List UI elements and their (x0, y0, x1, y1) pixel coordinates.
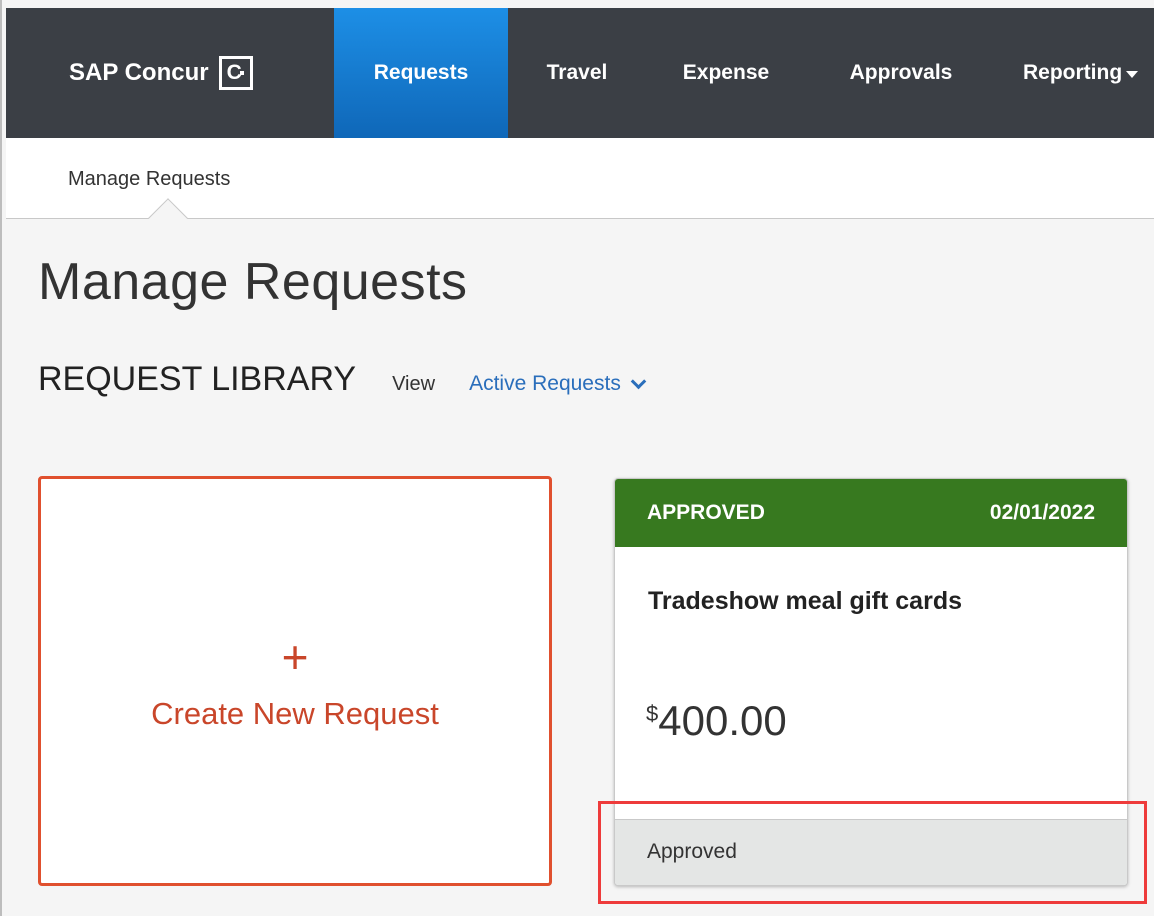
concur-logo-icon: C (218, 56, 253, 90)
request-status-footer: Approved (615, 819, 1127, 885)
nav-tab-reporting[interactable]: Reporting (1011, 8, 1154, 138)
library-header: REQUEST LIBRARY View Active Requests (38, 360, 647, 399)
currency-symbol: $ (646, 701, 659, 726)
active-tab-pointer (148, 198, 188, 238)
create-new-request-button[interactable]: + Create New Request (38, 476, 552, 886)
view-filter-value: Active Requests (469, 372, 621, 395)
nav-tab-label: Expense (682, 61, 770, 84)
request-name: Tradeshow meal gift cards (648, 587, 962, 615)
brand-name: SAP Concur (69, 59, 209, 86)
request-date: 02/01/2022 (989, 501, 1095, 524)
nav-tab-label: Requests (373, 61, 469, 84)
nav-tab-travel[interactable]: Travel (524, 8, 630, 138)
nav-tab-label: Approvals (849, 61, 953, 84)
request-amount: $400.00 (646, 697, 787, 745)
library-title: REQUEST LIBRARY (38, 360, 357, 398)
create-request-label: Create New Request (151, 696, 439, 731)
view-filter-dropdown[interactable]: Active Requests (469, 372, 647, 396)
chevron-down-icon (630, 373, 647, 389)
request-card[interactable]: APPROVED 02/01/2022 Tradeshow meal gift … (614, 478, 1128, 886)
subnav-manage-requests[interactable]: Manage Requests (68, 168, 230, 191)
status-badge: APPROVED (647, 501, 765, 524)
nav-tab-expense[interactable]: Expense (656, 8, 796, 138)
nav-tab-label: Reporting (1023, 61, 1123, 84)
nav-tab-approvals[interactable]: Approvals (821, 8, 981, 138)
request-card-header: APPROVED 02/01/2022 (615, 479, 1127, 547)
top-navigation-bar: SAP Concur C Requests Travel Expense App… (6, 8, 1154, 138)
app-frame: SAP Concur C Requests Travel Expense App… (0, 0, 1154, 916)
caret-down-icon (1126, 71, 1139, 78)
nav-tab-label: Travel (546, 61, 608, 84)
plus-icon: + (281, 631, 309, 683)
sub-navigation-bar: Manage Requests (6, 138, 1154, 238)
nav-tab-requests[interactable]: Requests (334, 8, 508, 138)
amount-value: 400.00 (658, 697, 787, 744)
brand-logo[interactable]: SAP Concur C (69, 8, 253, 138)
page-title: Manage Requests (38, 253, 468, 311)
view-label: View (392, 373, 436, 395)
